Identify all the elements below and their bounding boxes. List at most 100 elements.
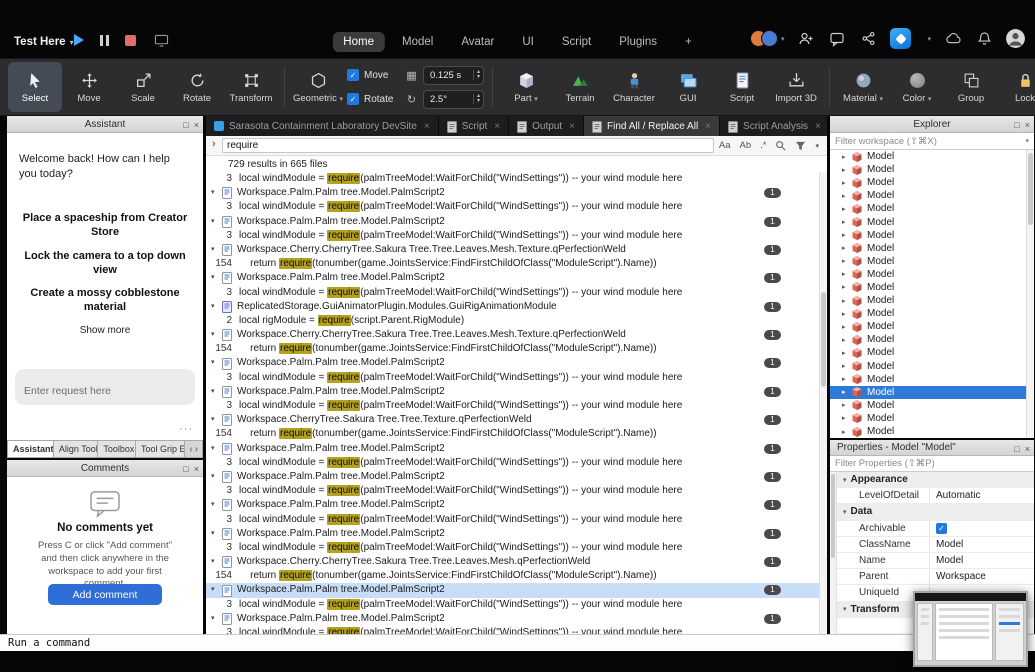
place-menu[interactable]: Test Here ▾: [14, 36, 74, 48]
chevron-down-icon[interactable]: ▾: [1025, 137, 1029, 145]
find-result-file-row[interactable]: ▾Workspace.Palm.Palm tree.Model.PalmScri…: [206, 356, 819, 370]
invite-collaborator-button[interactable]: [797, 30, 815, 48]
find-result-file-row[interactable]: ▾Workspace.Palm.Palm tree.Model.PalmScri…: [206, 470, 819, 484]
properties-scrollbar[interactable]: [830, 472, 837, 634]
explorer-item-model[interactable]: ▸Model: [830, 268, 1026, 281]
doc-tab[interactable]: Script×: [439, 116, 509, 136]
expand-arrow-icon[interactable]: ▸: [842, 218, 851, 226]
stepper-arrows-icon[interactable]: ▴▾: [473, 70, 480, 80]
chat-button[interactable]: [828, 30, 846, 48]
expand-arrow-icon[interactable]: ▸: [842, 349, 851, 357]
find-result-file-row[interactable]: ▾ReplicatedStorage.GuiAnimatorPlugin.Mod…: [206, 300, 819, 314]
expand-arrow-icon[interactable]: ▸: [842, 205, 851, 213]
assistant-suggestion[interactable]: Create a mossy cobblestone material: [17, 286, 193, 315]
close-panel-icon[interactable]: ×: [1025, 444, 1030, 454]
doc-tab[interactable]: Sarasota Containment Laboratory DevSite×: [206, 116, 439, 136]
filter-results-icon[interactable]: [795, 140, 806, 151]
doc-tab[interactable]: Output×: [509, 116, 584, 136]
expand-arrow-icon[interactable]: ▸: [842, 283, 851, 291]
topnav-tab-plugins[interactable]: Plugins: [608, 32, 668, 52]
expand-arrow-icon[interactable]: ▸: [842, 231, 851, 239]
property-section-data[interactable]: ▾Data: [837, 504, 1034, 520]
dock-tab-tool-grip-editor[interactable]: Tool Grip E: [136, 441, 185, 457]
collapse-arrow-icon[interactable]: ▾: [211, 243, 221, 257]
account-avatar[interactable]: [1006, 29, 1025, 48]
assistant-suggestion[interactable]: Lock the camera to a top down view: [17, 249, 193, 278]
property-value[interactable]: Automatic: [936, 490, 980, 501]
insert-gui-button[interactable]: GUI: [661, 62, 715, 112]
explorer-item-model[interactable]: ▸Model: [830, 360, 1026, 373]
collapse-arrow-icon[interactable]: ▾: [211, 583, 221, 597]
whole-word-button[interactable]: Ab: [740, 140, 752, 151]
color-button[interactable]: Color ▾: [890, 62, 944, 112]
expand-arrow-icon[interactable]: ▸: [842, 388, 851, 396]
explorer-item-model[interactable]: ▸Model: [830, 294, 1026, 307]
checkbox-checked-icon[interactable]: ✓: [936, 523, 947, 534]
close-icon[interactable]: ×: [815, 121, 821, 132]
explorer-item-model[interactable]: ▸Model: [830, 373, 1026, 386]
topnav-tab-script[interactable]: Script: [551, 32, 602, 52]
tool-scale-button[interactable]: Scale: [116, 62, 170, 112]
find-result-file-row[interactable]: ▾Workspace.Palm.Palm tree.Model.PalmScri…: [206, 385, 819, 399]
find-result-match-row[interactable]: 154 return require(tonumber(game.JointsS…: [206, 427, 819, 441]
float-panel-icon[interactable]: □: [1014, 444, 1019, 454]
find-result-match-row[interactable]: 3local windModule = require(palmTreeMode…: [206, 456, 819, 470]
plugin-button[interactable]: [890, 28, 911, 49]
assistant-suggestion[interactable]: Place a spaceship from Creator Store: [17, 211, 193, 240]
find-result-file-row[interactable]: ▾Workspace.Palm.Palm tree.Model.PalmScri…: [206, 271, 819, 285]
topnav-tab-ui[interactable]: UI: [511, 32, 545, 52]
collapse-arrow-icon[interactable]: ▾: [211, 555, 221, 569]
geometric-mode-button[interactable]: Geometric ▾: [291, 62, 345, 112]
find-result-match-row[interactable]: 3local windModule = require(palmTreeMode…: [206, 200, 819, 214]
group-button[interactable]: Group: [944, 62, 998, 112]
find-result-file-row[interactable]: ▾Workspace.Palm.Palm tree.Model.PalmScri…: [206, 186, 819, 200]
explorer-item-model[interactable]: ▸Model: [830, 425, 1026, 438]
close-icon[interactable]: ×: [705, 121, 711, 132]
find-result-file-row[interactable]: ▾Workspace.Cherry.CherryTree.Sakura Tree…: [206, 555, 819, 569]
stop-button[interactable]: [125, 35, 136, 46]
expand-arrow-icon[interactable]: ▸: [842, 323, 851, 331]
doc-tab[interactable]: Script Analysis×: [720, 116, 827, 136]
collapse-arrow-icon[interactable]: ▾: [211, 186, 221, 200]
material-button[interactable]: Material ▾: [836, 62, 890, 112]
insert-terrain-button[interactable]: Terrain: [553, 62, 607, 112]
collaborators-avatars[interactable]: ▾: [750, 30, 785, 47]
show-more-link[interactable]: Show more: [17, 325, 193, 336]
explorer-item-model[interactable]: ▸Model: [830, 215, 1026, 228]
notifications-button[interactable]: [975, 30, 993, 48]
find-result-match-row[interactable]: 154 return require(tonumber(game.JointsS…: [206, 569, 819, 583]
insert-character-button[interactable]: Character: [607, 62, 661, 112]
find-result-file-row[interactable]: ▾Workspace.Palm.Palm tree.Model.PalmScri…: [206, 612, 819, 626]
explorer-item-model[interactable]: ▸Model: [830, 255, 1026, 268]
scroll-tabs-right-icon[interactable]: ›: [195, 444, 198, 455]
close-icon[interactable]: ×: [569, 121, 575, 132]
topnav-tab-avatar[interactable]: Avatar: [450, 32, 505, 52]
find-result-file-row[interactable]: ▾Workspace.Palm.Palm tree.Model.PalmScri…: [206, 498, 819, 512]
expand-arrow-icon[interactable]: ▸: [842, 375, 851, 383]
dock-tab-toolbox[interactable]: Toolbox: [98, 441, 136, 457]
find-query-input[interactable]: [222, 138, 714, 153]
explorer-item-model[interactable]: ▸Model: [830, 202, 1026, 215]
assistant-more-options-icon[interactable]: ···: [179, 423, 193, 435]
find-result-match-row[interactable]: 3local windModule = require(palmTreeMode…: [206, 484, 819, 498]
expand-arrow-icon[interactable]: ▸: [842, 244, 851, 252]
find-result-match-row[interactable]: 3local windModule = require(palmTreeMode…: [206, 541, 819, 555]
find-result-match-row[interactable]: 3local windModule = require(palmTreeMode…: [206, 626, 819, 634]
explorer-titlebar[interactable]: Explorer □ ×: [830, 116, 1034, 133]
collapse-arrow-icon[interactable]: ▾: [211, 498, 221, 512]
comments-titlebar[interactable]: Comments □ ×: [7, 460, 203, 477]
properties-titlebar[interactable]: Properties - Model "Model" □ ×: [830, 440, 1034, 456]
doc-tab[interactable]: Find All / Replace All×: [584, 116, 720, 136]
close-panel-icon[interactable]: ×: [194, 120, 199, 130]
tool-select-button[interactable]: Select: [8, 62, 62, 112]
collapse-arrow-icon[interactable]: ▾: [211, 413, 221, 427]
move-snap-checkbox[interactable]: ✓: [347, 69, 359, 81]
add-comment-button[interactable]: Add comment: [48, 584, 162, 605]
expand-arrow-icon[interactable]: ▸: [842, 297, 851, 305]
scroll-tabs-left-icon[interactable]: ‹: [189, 444, 192, 455]
expand-replace-toggle-icon[interactable]: ›: [212, 138, 216, 150]
explorer-item-model[interactable]: ▸Model: [830, 163, 1026, 176]
expand-arrow-icon[interactable]: ▸: [842, 336, 851, 344]
find-result-file-row[interactable]: ▾Workspace.Cherry.CherryTree.Sakura Tree…: [206, 243, 819, 257]
close-icon[interactable]: ×: [424, 121, 430, 132]
